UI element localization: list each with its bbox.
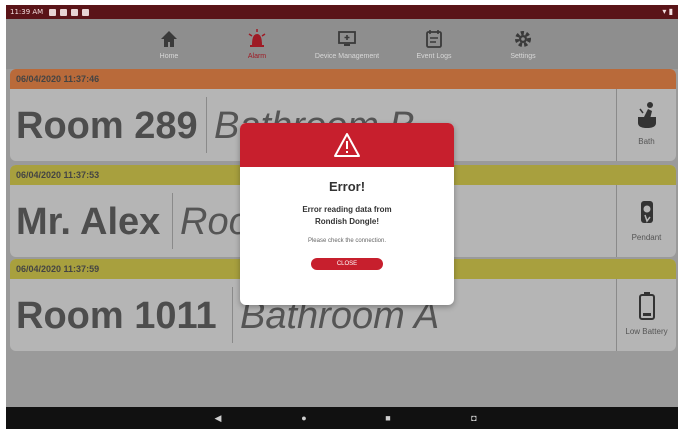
error-dialog: Error! Error reading data from Rondish D… (240, 123, 454, 305)
recents-icon[interactable]: ■ (382, 412, 394, 424)
nav-home-label: Home (159, 53, 179, 60)
nav-settings-label: Settings (510, 53, 536, 60)
nav-event-logs-label: Event Logs (416, 53, 452, 60)
notification-icon (60, 8, 68, 16)
divider (172, 193, 173, 249)
bath-icon (637, 102, 656, 128)
home-icon (161, 31, 177, 47)
alarm-type-label: Pendant (631, 233, 662, 242)
back-icon[interactable]: ◀ (212, 412, 224, 424)
close-button[interactable]: CLOSE (311, 258, 383, 270)
low-battery-icon (638, 292, 655, 320)
alarm-type-box: Bath (616, 89, 676, 161)
notification-icon (71, 8, 79, 16)
divider (206, 97, 207, 153)
system-nav-bar: ◀ ● ■ ◘ (6, 407, 678, 429)
dialog-message: Error reading data from Rondish Dongle! (240, 204, 454, 228)
device-management-icon (338, 31, 356, 46)
nav-settings[interactable]: Settings (478, 19, 568, 69)
device-screen: 11:39 AM ▾ ▮ Home Alarm Device Managemen… (6, 5, 678, 429)
divider (232, 287, 233, 343)
dialog-message-line: Error reading data from (302, 205, 392, 214)
nav-device-management[interactable]: Device Management (302, 19, 392, 69)
alarm-who: Room 289 (16, 105, 198, 147)
alarm-type-label: Bath (638, 137, 655, 146)
status-bar: 11:39 AM ▾ ▮ (6, 5, 678, 19)
alarm-type-box: Pendant (616, 185, 676, 257)
dialog-sub-message: Please check the connection. (307, 238, 387, 244)
status-time: 11:39 AM (10, 8, 44, 16)
alarm-type-label: Low Battery (625, 327, 668, 336)
nav-alarm-label: Alarm (247, 53, 267, 60)
home-nav-icon[interactable]: ● (298, 412, 310, 424)
nav-device-management-label: Device Management (314, 53, 380, 60)
upload-icon (82, 8, 90, 16)
dialog-title: Error! (328, 179, 366, 194)
alarm-who: Mr. Alex (16, 201, 161, 243)
nav-home[interactable]: Home (124, 19, 214, 69)
dialog-header (240, 123, 454, 167)
notification-icon (49, 8, 57, 16)
warning-icon (334, 133, 360, 157)
top-nav: Home Alarm Device Management Event Logs … (6, 19, 678, 69)
alarm-type-box: Low Battery (616, 279, 676, 351)
nav-event-logs[interactable]: Event Logs (389, 19, 479, 69)
nav-alarm[interactable]: Alarm (212, 19, 302, 69)
gear-icon (515, 31, 531, 47)
pendant-icon (640, 201, 653, 223)
wifi-battery-icon: ▾ ▮ (662, 7, 673, 16)
event-logs-icon (426, 30, 442, 48)
dialog-message-line: Rondish Dongle! (315, 217, 379, 226)
alarm-icon (248, 29, 266, 47)
alarm-timestamp: 06/04/2020 11:37:46 (10, 69, 676, 89)
alarm-who: Room 1011 (16, 295, 217, 337)
screenshot-icon[interactable]: ◘ (468, 412, 480, 424)
